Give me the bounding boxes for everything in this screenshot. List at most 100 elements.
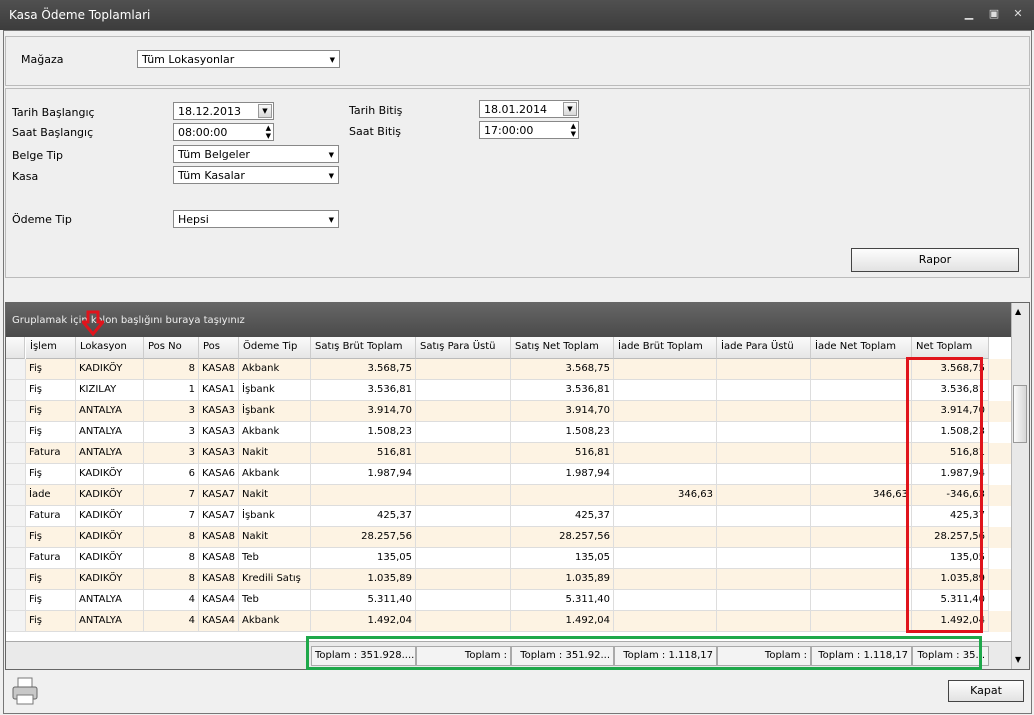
table-cell[interactable]: 516,81	[912, 443, 989, 464]
table-cell[interactable]	[811, 548, 912, 569]
table-cell[interactable]	[717, 527, 811, 548]
table-cell[interactable]: KASA8	[199, 359, 239, 380]
store-select[interactable]: Tüm Lokasyonlar ▼	[137, 50, 340, 68]
table-cell[interactable]: Fiş	[26, 359, 76, 380]
table-cell[interactable]: ANTALYA	[76, 422, 144, 443]
table-row[interactable]: Fatura KADIKÖY 7 KASA7 İşbank 425,37 425,37 425…	[6, 506, 1011, 527]
table-cell[interactable]: 1.492,04	[511, 611, 614, 632]
table-cell[interactable]: 1.508,23	[311, 422, 416, 443]
table-row[interactable]: Fiş ANTALYA 3 KASA3 Akbank 1.508,23 1.508,23 1.…	[6, 422, 1011, 443]
table-cell[interactable]: KASA1	[199, 380, 239, 401]
table-cell[interactable]: 135,05	[311, 548, 416, 569]
time-end-field[interactable]: 17:00:00 ▲ ▼	[479, 121, 579, 139]
table-cell[interactable]	[717, 422, 811, 443]
table-cell[interactable]: KADIKÖY	[76, 569, 144, 590]
table-cell[interactable]	[811, 422, 912, 443]
table-cell[interactable]: KASA8	[199, 527, 239, 548]
table-cell[interactable]: Fatura	[26, 548, 76, 569]
table-row[interactable]: Fiş KIZILAY 1 KASA1 İşbank 3.536,81 3.536,81 3.…	[6, 380, 1011, 401]
row-indicator[interactable]	[6, 527, 26, 548]
table-cell[interactable]	[416, 590, 511, 611]
table-cell[interactable]: 3.914,70	[912, 401, 989, 422]
table-row[interactable]: Fiş KADIKÖY 8 KASA8 Nakit 28.257,56 28.257,56 2…	[6, 527, 1011, 548]
table-cell[interactable]: 516,81	[311, 443, 416, 464]
table-row[interactable]: Fatura KADIKÖY 8 KASA8 Teb 135,05 135,05 135,05	[6, 548, 1011, 569]
table-cell[interactable]: KASA4	[199, 611, 239, 632]
table-cell[interactable]: 1.508,23	[912, 422, 989, 443]
doc-type-select[interactable]: Tüm Belgeler ▼	[173, 145, 339, 163]
vertical-scrollbar[interactable]: ▲ ▼	[1011, 303, 1029, 669]
table-cell[interactable]: 1.987,94	[311, 464, 416, 485]
payment-type-select[interactable]: Hepsi ▼	[173, 210, 339, 228]
table-cell[interactable]: KASA3	[199, 422, 239, 443]
table-cell[interactable]	[614, 506, 717, 527]
table-cell[interactable]	[717, 548, 811, 569]
row-indicator[interactable]	[6, 422, 26, 443]
table-cell[interactable]: 5.311,40	[311, 590, 416, 611]
table-row[interactable]: Fiş KADIKÖY 8 KASA8 Kredili Satış 1.035,89 1.0…	[6, 569, 1011, 590]
table-cell[interactable]	[811, 569, 912, 590]
table-cell[interactable]: 3.568,75	[912, 359, 989, 380]
row-indicator[interactable]	[6, 359, 26, 380]
table-cell[interactable]: 8	[144, 527, 199, 548]
row-indicator[interactable]	[6, 380, 26, 401]
table-cell[interactable]: Fiş	[26, 569, 76, 590]
table-cell[interactable]: 3.536,81	[511, 380, 614, 401]
table-cell[interactable]	[416, 359, 511, 380]
row-indicator[interactable]	[6, 464, 26, 485]
table-cell[interactable]	[416, 611, 511, 632]
column-header[interactable]: İade Net Toplam	[811, 337, 912, 359]
table-cell[interactable]: İşbank	[239, 380, 311, 401]
table-cell[interactable]: Akbank	[239, 611, 311, 632]
table-cell[interactable]: KASA3	[199, 401, 239, 422]
table-cell[interactable]	[811, 527, 912, 548]
table-cell[interactable]: 28.257,56	[912, 527, 989, 548]
maximize-icon[interactable]: ▣	[987, 8, 1001, 20]
table-cell[interactable]	[717, 569, 811, 590]
table-cell[interactable]: 1.492,04	[311, 611, 416, 632]
table-cell[interactable]: 425,37	[511, 506, 614, 527]
register-select[interactable]: Tüm Kasalar ▼	[173, 166, 339, 184]
table-cell[interactable]: Fiş	[26, 422, 76, 443]
table-cell[interactable]	[416, 506, 511, 527]
spinner-icon[interactable]: ▲ ▼	[266, 124, 271, 140]
table-cell[interactable]	[811, 464, 912, 485]
table-cell[interactable]	[717, 611, 811, 632]
table-cell[interactable]: Fatura	[26, 443, 76, 464]
table-cell[interactable]	[811, 401, 912, 422]
scroll-thumb[interactable]	[1013, 385, 1027, 443]
table-cell[interactable]	[416, 401, 511, 422]
row-indicator[interactable]	[6, 548, 26, 569]
table-cell[interactable]: 1.035,89	[311, 569, 416, 590]
column-header[interactable]: İşlem	[26, 337, 76, 359]
table-cell[interactable]: 5.311,40	[912, 590, 989, 611]
table-cell[interactable]	[416, 422, 511, 443]
table-cell[interactable]: 425,37	[912, 506, 989, 527]
column-header[interactable]: Satış Para Üstü	[416, 337, 511, 359]
table-cell[interactable]	[811, 506, 912, 527]
table-cell[interactable]: KASA8	[199, 569, 239, 590]
table-cell[interactable]: İşbank	[239, 401, 311, 422]
table-cell[interactable]: 6	[144, 464, 199, 485]
table-cell[interactable]: 346,63	[811, 485, 912, 506]
scroll-up-icon[interactable]: ▲	[1015, 307, 1021, 316]
report-button[interactable]: Rapor	[851, 248, 1019, 272]
table-cell[interactable]: 346,63	[614, 485, 717, 506]
table-cell[interactable]: KASA7	[199, 506, 239, 527]
table-cell[interactable]: Fiş	[26, 590, 76, 611]
table-cell[interactable]	[614, 359, 717, 380]
table-cell[interactable]	[416, 569, 511, 590]
table-cell[interactable]	[811, 611, 912, 632]
table-cell[interactable]: KADIKÖY	[76, 464, 144, 485]
table-row[interactable]: Fiş ANTALYA 4 KASA4 Akbank 1.492,04 1.492,04 1.…	[6, 611, 1011, 632]
row-indicator[interactable]	[6, 485, 26, 506]
table-cell[interactable]: Fiş	[26, 464, 76, 485]
table-cell[interactable]: 1	[144, 380, 199, 401]
table-cell[interactable]: ANTALYA	[76, 401, 144, 422]
calendar-dropdown-icon[interactable]: ▼	[258, 104, 272, 118]
row-indicator[interactable]	[6, 443, 26, 464]
table-cell[interactable]	[717, 506, 811, 527]
table-cell[interactable]	[311, 485, 416, 506]
table-cell[interactable]: -346,63	[912, 485, 989, 506]
minimize-icon[interactable]: ▁	[962, 8, 976, 20]
